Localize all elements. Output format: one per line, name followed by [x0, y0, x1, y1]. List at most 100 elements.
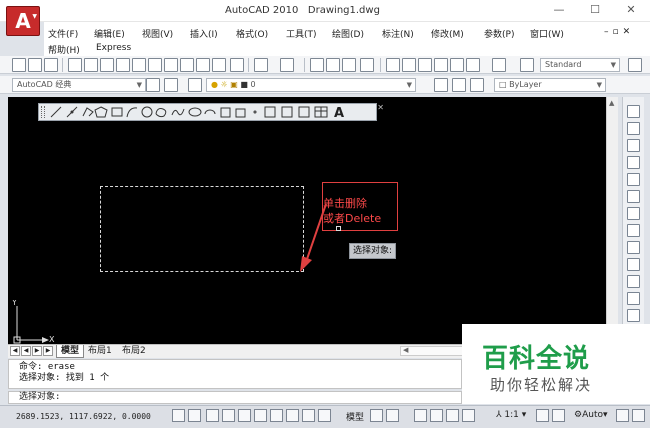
make-current-layer-icon[interactable] [434, 78, 448, 92]
move-icon[interactable] [627, 190, 640, 203]
dimension-style-icon[interactable] [628, 58, 642, 72]
3d-dwf-icon[interactable] [116, 58, 130, 72]
menu-parametric[interactable]: 参数(P) [484, 27, 514, 40]
match-properties-icon[interactable] [212, 58, 226, 72]
layer-select[interactable]: ● ☼ ▣ ■ 0 ▼ [206, 78, 416, 92]
undo-icon[interactable] [254, 58, 268, 72]
extend-icon[interactable] [627, 275, 640, 288]
quick-view-drawings-icon[interactable] [386, 409, 399, 422]
last-tab-icon[interactable]: ▶ [43, 346, 53, 356]
polar-tracking-icon[interactable] [222, 409, 235, 422]
color-select[interactable]: □ ByLayer ▼ [494, 78, 606, 92]
zoom-status-icon[interactable] [430, 409, 443, 422]
publish-icon[interactable] [100, 58, 114, 72]
grid-display-icon[interactable] [188, 409, 201, 422]
help-icon[interactable] [492, 58, 506, 72]
dynamic-input-icon[interactable] [286, 409, 299, 422]
offset-icon[interactable] [627, 156, 640, 169]
tool-palettes-icon[interactable] [418, 58, 432, 72]
mirror-icon[interactable] [627, 139, 640, 152]
menu-tools[interactable]: 工具(T) [286, 27, 317, 40]
menu-help[interactable]: 帮助(H) [48, 43, 80, 56]
layer-state-icon[interactable] [470, 78, 484, 92]
menu-dimension[interactable]: 标注(N) [382, 27, 414, 40]
preview-icon[interactable] [84, 58, 98, 72]
quickcalc-icon[interactable] [466, 58, 480, 72]
paste-block-icon[interactable] [196, 58, 210, 72]
workspace-switch[interactable]: ⚙Auto▾ [574, 410, 608, 420]
ortho-mode-icon[interactable] [206, 409, 219, 422]
quick-view-layouts-icon[interactable] [370, 409, 383, 422]
menu-view[interactable]: 视图(V) [142, 27, 173, 40]
application-menu-button[interactable]: A ▼ [6, 6, 40, 36]
maximize-icon[interactable]: ☐ [584, 3, 606, 19]
minimize-icon[interactable]: — [548, 3, 570, 19]
scroll-left-icon[interactable]: ◀ [403, 346, 408, 354]
tab-model[interactable]: 模型 [56, 345, 85, 358]
menu-edit[interactable]: 编辑(E) [94, 27, 125, 40]
layer-previous-icon[interactable] [452, 78, 466, 92]
scroll-up-icon[interactable]: ▲ [609, 99, 614, 107]
steering-wheel-icon[interactable] [446, 409, 459, 422]
tab-layout1[interactable]: 布局1 [84, 345, 116, 358]
array-icon[interactable] [627, 173, 640, 186]
paste-icon[interactable] [180, 58, 194, 72]
pan-icon[interactable] [310, 58, 324, 72]
stretch-icon[interactable] [627, 241, 640, 254]
design-center-icon[interactable] [402, 58, 416, 72]
quick-properties-icon[interactable] [318, 409, 331, 422]
menu-insert[interactable]: 插入(I) [190, 27, 218, 40]
workspace-select[interactable]: AutoCAD 经典 ▼ [12, 78, 146, 92]
menu-format[interactable]: 格式(O) [236, 27, 268, 40]
zoom-realtime-icon[interactable] [326, 58, 340, 72]
cut-icon[interactable] [148, 58, 162, 72]
zoom-window-icon[interactable] [342, 58, 356, 72]
workspace-settings-icon[interactable] [146, 78, 160, 92]
tab-layout2[interactable]: 布局2 [118, 345, 150, 358]
menu-file[interactable]: 文件(F) [48, 27, 78, 40]
scale-icon[interactable] [627, 224, 640, 237]
dynamic-ucs-icon[interactable] [270, 409, 283, 422]
markup-icon[interactable] [450, 58, 464, 72]
save-icon[interactable] [44, 58, 58, 72]
coordinates-readout[interactable]: 2689.1523, 1117.6922, 0.0000 [16, 412, 151, 421]
redo-icon[interactable] [280, 58, 294, 72]
prev-tab-icon[interactable]: ◀ [21, 346, 31, 356]
mdi-controls-icon[interactable]: –▫✕ [604, 27, 634, 37]
next-tab-icon[interactable]: ▶ [32, 346, 42, 356]
annotation-scale[interactable]: ⅄ 1:1 ▾ [496, 410, 526, 420]
auto-scale-icon[interactable] [552, 409, 565, 422]
selected-rectangle[interactable] [100, 186, 304, 272]
rotate-icon[interactable] [627, 207, 640, 220]
erase-icon[interactable] [627, 105, 640, 118]
properties-icon[interactable] [386, 58, 400, 72]
open-icon[interactable] [28, 58, 42, 72]
clean-screen-icon[interactable] [632, 409, 645, 422]
text-style-icon[interactable] [520, 58, 534, 72]
menu-draw[interactable]: 绘图(D) [332, 27, 364, 40]
text-style-select[interactable]: Standard ▼ [540, 58, 620, 72]
snap-mode-icon[interactable] [172, 409, 185, 422]
object-snap-icon[interactable] [238, 409, 251, 422]
qselect-icon[interactable] [132, 58, 146, 72]
model-space-button[interactable]: 模型 [346, 410, 364, 423]
first-tab-icon[interactable]: ◀ [10, 346, 20, 356]
break-icon[interactable] [627, 292, 640, 305]
annotation-visibility-icon[interactable] [536, 409, 549, 422]
object-snap-tracking-icon[interactable] [254, 409, 267, 422]
menu-express[interactable]: Express [96, 43, 131, 53]
join-icon[interactable] [627, 309, 640, 322]
trim-icon[interactable] [627, 258, 640, 271]
copy-object-icon[interactable] [627, 122, 640, 135]
layer-properties-icon[interactable] [188, 78, 202, 92]
close-icon[interactable]: ✕ [377, 103, 384, 112]
zoom-previous-icon[interactable] [360, 58, 374, 72]
menu-modify[interactable]: 修改(M) [431, 27, 464, 40]
toolbar-lock-status-icon[interactable] [616, 409, 629, 422]
pan-status-icon[interactable] [414, 409, 427, 422]
new-icon[interactable] [12, 58, 26, 72]
close-icon[interactable]: ✕ [620, 3, 642, 19]
block-editor-icon[interactable] [230, 58, 244, 72]
command-line-input[interactable]: 选择对象: [8, 391, 462, 404]
vertical-scrollbar[interactable]: ▲ [606, 97, 618, 344]
